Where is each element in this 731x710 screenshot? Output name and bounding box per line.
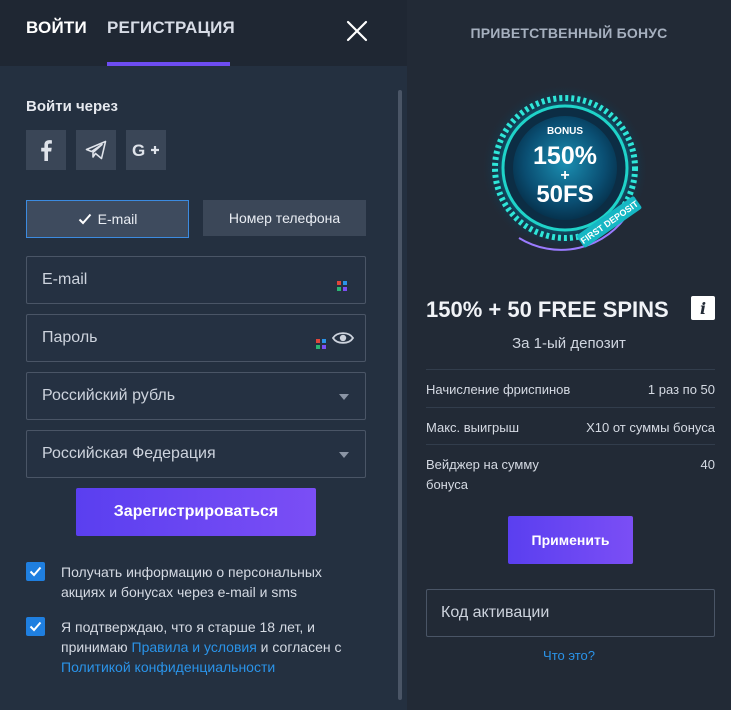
- bonus-headline: 150% + 50 FREE SPINS: [426, 297, 669, 322]
- check-icon: [78, 213, 91, 225]
- svg-text:G: G: [132, 141, 145, 160]
- checkmark-icon: [29, 621, 42, 632]
- close-button[interactable]: [344, 18, 370, 44]
- password-field[interactable]: Пароль: [26, 314, 366, 362]
- detail-value: X10 от суммы бонуса: [586, 420, 715, 435]
- email-field[interactable]: E-mail: [26, 256, 366, 304]
- country-select[interactable]: Российская Федерация: [26, 430, 366, 478]
- age-consent-middle: и согласен с: [256, 639, 342, 655]
- registration-panel: ВОЙТИ РЕГИСТРАЦИЯ Войти через G E-mail Н…: [0, 0, 407, 710]
- social-login-title: Войти через: [26, 98, 118, 115]
- divider: [426, 444, 715, 445]
- auth-tabs: ВОЙТИ РЕГИСТРАЦИЯ: [0, 0, 407, 66]
- bonus-subtitle: За 1-ый депозит: [512, 335, 626, 352]
- autofill-icon: [316, 339, 326, 349]
- marketing-checkbox[interactable]: [26, 562, 45, 581]
- welcome-bonus-badge: BONUS 150% + 50FS FIRST DEPOSIT: [481, 84, 649, 252]
- autofill-icon: [337, 281, 347, 291]
- activation-code-field[interactable]: Код активации: [426, 589, 715, 637]
- divider: [426, 369, 715, 370]
- facebook-icon: [41, 140, 52, 161]
- detail-label: Вейджер на сумму бонуса: [426, 457, 539, 492]
- divider: [426, 407, 715, 408]
- detail-value: 40: [700, 457, 715, 472]
- email-method-label: E-mail: [97, 211, 138, 227]
- age-terms-consent-text: Я подтверждаю, что я старше 18 лет, и пр…: [61, 617, 361, 677]
- google-plus-icon: G: [132, 141, 159, 160]
- phone-method-label: Номер телефона: [228, 210, 341, 226]
- terms-link[interactable]: Правила и условия: [132, 639, 257, 655]
- detail-value: 1 раз по 50: [647, 382, 715, 397]
- age-terms-checkbox[interactable]: [26, 617, 45, 636]
- email-placeholder: E-mail: [42, 271, 88, 288]
- facebook-login-button[interactable]: [26, 130, 66, 170]
- info-button[interactable]: i: [691, 296, 715, 320]
- show-password-eye-icon[interactable]: [332, 330, 354, 346]
- badge-percent: 150%: [533, 142, 597, 170]
- info-icon: i: [699, 298, 707, 318]
- close-icon: [346, 20, 368, 42]
- country-value: Российская Федерация: [42, 445, 216, 462]
- email-method-button[interactable]: E-mail: [26, 200, 189, 238]
- activation-code-placeholder: Код активации: [441, 604, 550, 621]
- privacy-policy-link[interactable]: Политикой конфиденциальности: [61, 659, 275, 675]
- password-placeholder: Пароль: [42, 329, 98, 346]
- register-button[interactable]: Зарегистрироваться: [76, 488, 316, 536]
- apply-button[interactable]: Применить: [508, 516, 633, 564]
- currency-value: Российский рубль: [42, 387, 176, 404]
- what-is-it-link[interactable]: Что это?: [407, 648, 731, 663]
- chevron-down-icon: [339, 452, 349, 458]
- badge-bonus-label: BONUS: [547, 126, 583, 137]
- tab-register[interactable]: РЕГИСТРАЦИЯ: [107, 18, 235, 38]
- chevron-down-icon: [339, 394, 349, 400]
- currency-select[interactable]: Российский рубль: [26, 372, 366, 420]
- marketing-consent-text: Получать информацию о персональных акция…: [61, 564, 322, 600]
- checkmark-icon: [29, 566, 42, 577]
- active-tab-indicator: [107, 62, 230, 66]
- badge-freespins: 50FS: [536, 181, 593, 208]
- bonus-panel: ПРИВЕТСТВЕННЫЙ БОНУС BONUS 150% + 50FS F…: [407, 0, 731, 710]
- phone-method-button[interactable]: Номер телефона: [203, 200, 366, 236]
- scrollbar[interactable]: [398, 90, 402, 700]
- bonus-section-title: ПРИВЕТСТВЕННЫЙ БОНУС: [470, 25, 668, 41]
- detail-label: Начисление фриспинов: [426, 382, 571, 397]
- detail-label: Макс. выигрыш: [426, 420, 520, 435]
- tab-login[interactable]: ВОЙТИ: [26, 18, 87, 38]
- google-plus-login-button[interactable]: G: [126, 130, 166, 170]
- telegram-login-button[interactable]: [76, 130, 116, 170]
- telegram-icon: [85, 140, 107, 160]
